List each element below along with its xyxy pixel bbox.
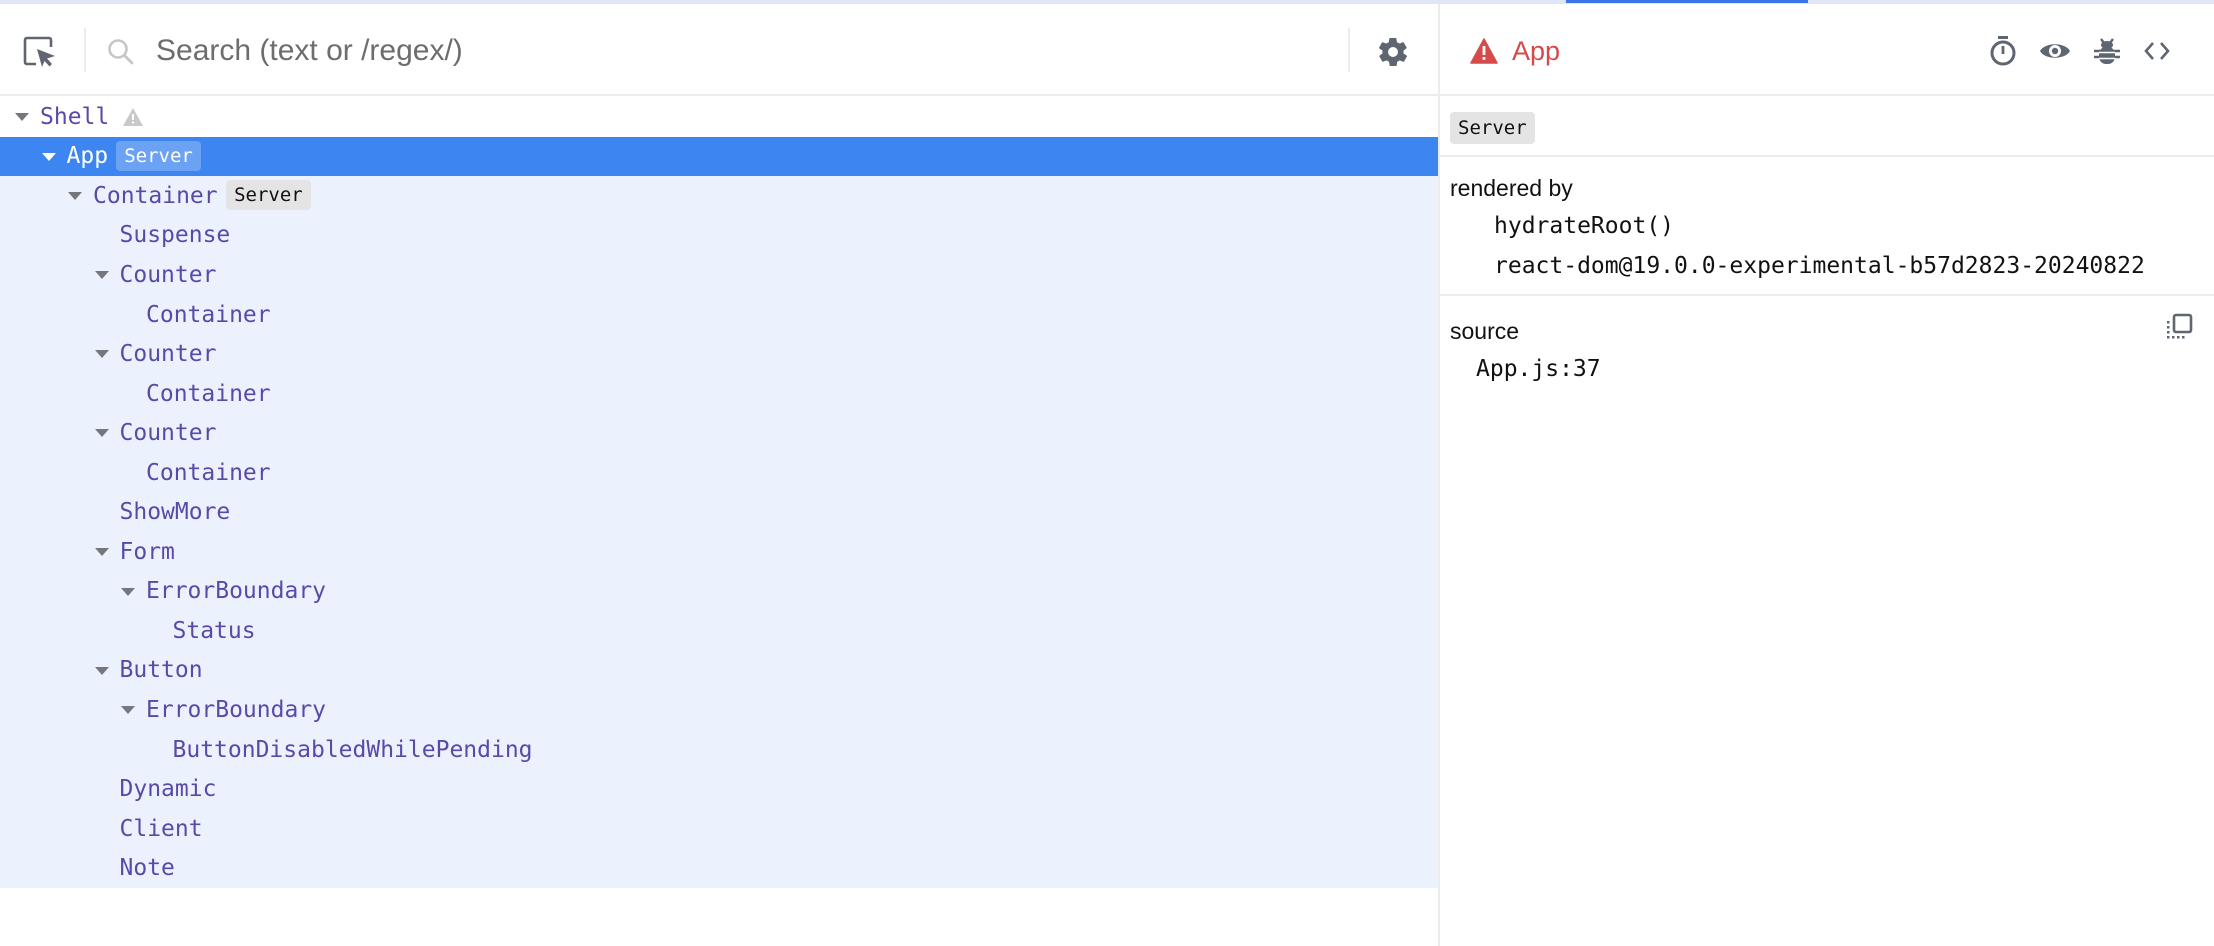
rendered-by-item: react-dom@19.0.0-experimental-b57d2823-2… bbox=[1494, 253, 2145, 279]
stopwatch-icon bbox=[1990, 36, 2016, 66]
component-name: Form bbox=[119, 538, 175, 565]
tree-row[interactable]: Shell bbox=[0, 97, 1438, 137]
inspect-dom-button[interactable] bbox=[2038, 34, 2072, 68]
inspect-element-button[interactable] bbox=[22, 34, 58, 70]
expand-arrow-icon[interactable] bbox=[94, 271, 109, 280]
component-name: ErrorBoundary bbox=[146, 578, 327, 605]
environment-section: Server bbox=[1440, 98, 2214, 157]
rendered-by-section: rendered by hydrateRoot() react-dom@19.0… bbox=[1440, 157, 2214, 296]
tree-row[interactable]: Client bbox=[0, 808, 1438, 849]
eye-icon bbox=[2040, 44, 2070, 58]
environment-badge: Server bbox=[116, 140, 201, 171]
tree-row[interactable]: Note bbox=[0, 848, 1438, 888]
tree-row[interactable]: Container bbox=[0, 452, 1438, 493]
component-name: App bbox=[66, 143, 109, 170]
expand-arrow-icon[interactable] bbox=[94, 350, 109, 359]
toolbar-separator bbox=[1348, 28, 1350, 72]
gear-icon bbox=[1379, 37, 1407, 67]
tree-row[interactable]: Button bbox=[0, 650, 1438, 691]
component-name: Container bbox=[146, 459, 271, 486]
component-name: Note bbox=[119, 855, 175, 882]
search-input[interactable] bbox=[156, 26, 1316, 76]
component-name: Container bbox=[93, 182, 218, 209]
tree-row[interactable]: Form bbox=[0, 532, 1438, 572]
active-tab-indicator bbox=[1566, 0, 1808, 3]
inspector-pane: App Server rendered by hydrateRoot() rea… bbox=[1438, 4, 2214, 946]
component-name: ButtonDisabledWhilePending bbox=[172, 736, 533, 763]
rendered-by-item[interactable]: hydrateRoot() bbox=[1494, 213, 1674, 239]
component-name: Shell bbox=[40, 103, 110, 130]
component-name: ShowMore bbox=[119, 499, 231, 526]
selected-component-name: App bbox=[1512, 36, 1561, 66]
tree-row[interactable]: Counter bbox=[0, 413, 1438, 453]
tree-row[interactable]: ButtonDisabledWhilePending bbox=[0, 729, 1438, 770]
inspect-cursor-icon bbox=[23, 36, 55, 67]
tree-row[interactable]: ShowMore bbox=[0, 492, 1438, 533]
copy-source-button[interactable] bbox=[2164, 312, 2194, 342]
view-source-button[interactable] bbox=[2140, 34, 2174, 68]
component-name: Dynamic bbox=[119, 776, 217, 803]
tree-row[interactable]: ErrorBoundary bbox=[0, 571, 1438, 612]
environment-badge: Server bbox=[226, 180, 311, 211]
source-location-link[interactable]: App.js:37 bbox=[1476, 356, 1601, 382]
component-name: Button bbox=[119, 657, 203, 684]
component-name: Counter bbox=[119, 341, 217, 368]
tree-row[interactable]: Container bbox=[0, 373, 1438, 414]
expand-arrow-icon[interactable] bbox=[94, 548, 109, 557]
tree-row[interactable]: App Server bbox=[0, 136, 1438, 177]
tree-row[interactable]: Counter bbox=[0, 255, 1438, 295]
settings-button[interactable] bbox=[1376, 35, 1410, 69]
tree-toolbar bbox=[0, 4, 1438, 96]
expand-arrow-icon[interactable] bbox=[121, 706, 135, 715]
warning-icon bbox=[122, 108, 143, 126]
expand-arrow-icon[interactable] bbox=[41, 152, 56, 161]
source-title: source bbox=[1450, 318, 1520, 344]
component-name: Counter bbox=[119, 261, 217, 288]
component-name: Status bbox=[172, 617, 256, 644]
component-name: ErrorBoundary bbox=[146, 696, 327, 723]
suspend-toggle-button[interactable] bbox=[1986, 34, 2020, 68]
copy-icon bbox=[2167, 313, 2193, 339]
expand-arrow-icon[interactable] bbox=[121, 587, 135, 596]
component-name: Container bbox=[146, 301, 271, 328]
code-icon bbox=[2144, 42, 2170, 60]
expand-arrow-icon[interactable] bbox=[94, 429, 109, 438]
expand-arrow-icon[interactable] bbox=[94, 666, 109, 675]
source-section: source App.js:37 bbox=[1440, 296, 2214, 406]
component-tree: Shell App Server Container Server Suspense Cou… bbox=[0, 97, 1438, 888]
search-icon bbox=[106, 37, 136, 67]
toolbar-separator bbox=[84, 28, 86, 72]
tree-row[interactable]: Container bbox=[0, 294, 1438, 335]
rendered-by-title: rendered by bbox=[1450, 175, 1573, 201]
expand-arrow-icon[interactable] bbox=[68, 192, 82, 201]
components-tree-pane: Shell App Server Container Server Suspense Cou… bbox=[0, 4, 1438, 946]
log-to-console-button[interactable] bbox=[2090, 34, 2124, 68]
environment-badge: Server bbox=[1450, 112, 1535, 144]
expand-arrow-icon[interactable] bbox=[15, 113, 29, 121]
tree-row[interactable]: Status bbox=[0, 611, 1438, 651]
component-name: Client bbox=[119, 815, 203, 842]
tree-row[interactable]: Counter bbox=[0, 334, 1438, 374]
component-name: Container bbox=[146, 380, 271, 407]
bug-icon bbox=[2094, 38, 2120, 64]
tree-row[interactable]: Dynamic bbox=[0, 769, 1438, 809]
tree-row[interactable]: Container Server bbox=[0, 176, 1438, 216]
component-name: Counter bbox=[119, 420, 217, 447]
inspector-header: App bbox=[1440, 4, 2214, 96]
error-warning-icon bbox=[1470, 38, 1498, 64]
tree-row[interactable]: ErrorBoundary bbox=[0, 690, 1438, 730]
tree-row[interactable]: Suspense bbox=[0, 215, 1438, 256]
component-name: Suspense bbox=[119, 222, 231, 249]
